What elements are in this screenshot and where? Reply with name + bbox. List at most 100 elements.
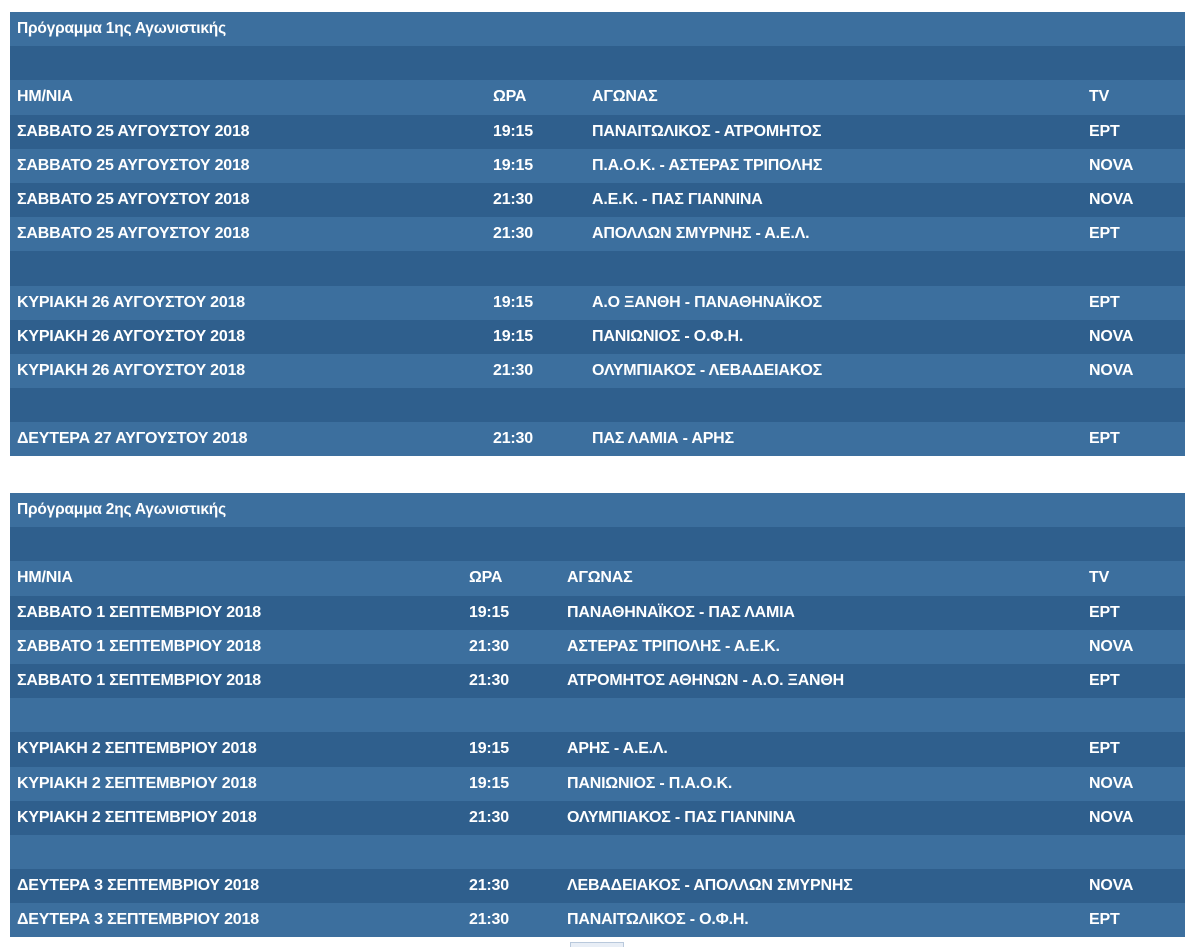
match-date: ΣΑΒΒΑΤΟ 25 ΑΥΓΟΥΣΤΟΥ 2018	[17, 156, 250, 174]
match-fixture: ΑΠΟΛΛΩΝ ΣΜΥΡΝΗΣ - Α.Ε.Λ.	[592, 225, 810, 243]
match-fixture: Α.Ο ΞΑΝΘΗ - ΠΑΝΑΘΗΝΑΪΚΟΣ	[592, 293, 822, 311]
spacer-row	[10, 698, 1185, 733]
table-row: ΔΕΥΤΕΡΑ 3 ΣΕΠΤΕΜΒΡΙΟΥ 2018 21:30 ΠΑΝΑΙΤΩΛΙ…	[10, 903, 1185, 938]
spacer-row	[10, 527, 1185, 562]
match-date: ΚΥΡΙΑΚΗ 2 ΣΕΠΤΕΜΒΡΙΟΥ 2018	[17, 808, 257, 826]
match-fixture: ΠΑΝΑΙΤΩΛΙΚΟΣ - ΑΤΡΟΜΗΤΟΣ	[592, 122, 822, 140]
match-tv-channel: NOVA	[1089, 877, 1134, 895]
table-row: ΚΥΡΙΑΚΗ 2 ΣΕΠΤΕΜΒΡΙΟΥ 2018 19:15 ΑΡΗΣ - Α.…	[10, 732, 1185, 767]
table-row: ΚΥΡΙΑΚΗ 26 ΑΥΓΟΥΣΤΟΥ 2018 21:30 ΟΛΥΜΠΙΑΚΟΣ…	[10, 353, 1185, 389]
table-row: ΚΥΡΙΑΚΗ 26 ΑΥΓΟΥΣΤΟΥ 2018 19:15 ΠΑΝΙΩΝΙΟΣ …	[10, 319, 1185, 354]
match-date: ΣΑΒΒΑΤΟ 1 ΣΕΠΤΕΜΒΡΙΟΥ 2018	[17, 672, 261, 690]
match-fixture: ΠΑΝΑΙΤΩΛΙΚΟΣ - Ο.Φ.Η.	[567, 911, 749, 929]
table-row: ΣΑΒΒΑΤΟ 25 ΑΥΓΟΥΣΤΟΥ 2018 21:30 ΑΠΟΛΛΩΝ ΣΜ…	[10, 217, 1185, 252]
table-row: ΚΥΡΙΑΚΗ 26 ΑΥΓΟΥΣΤΟΥ 2018 19:15 Α.Ο ΞΑΝΘΗ …	[10, 285, 1185, 320]
match-date: ΣΑΒΒΑΤΟ 25 ΑΥΓΟΥΣΤΟΥ 2018	[17, 191, 250, 209]
table-row: ΣΑΒΒΑΤΟ 25 ΑΥΓΟΥΣΤΟΥ 2018 19:15 Π.Α.Ο.Κ. -…	[10, 148, 1185, 183]
header-date: ΗΜ/ΝΙΑ	[17, 88, 73, 106]
match-time: 19:15	[469, 603, 509, 621]
header-time: ΩΡΑ	[493, 88, 527, 106]
header-tv: TV	[1089, 569, 1110, 587]
match-fixture: ΠΑΝΑΘΗΝΑΪΚΟΣ - ΠΑΣ ΛΑΜΙΑ	[567, 603, 795, 621]
match-tv-channel: NOVA	[1089, 774, 1134, 792]
match-tv-channel: ΕΡΤ	[1089, 430, 1120, 448]
match-time: 21:30	[469, 911, 509, 929]
table-title-row: Πρόγραμμα 1ης Αγωνιστικής	[10, 12, 1185, 47]
match-fixture: ΠΑΝΙΩΝΙΟΣ - Π.Α.Ο.Κ.	[567, 774, 733, 792]
table-row: ΣΑΒΒΑΤΟ 25 ΑΥΓΟΥΣΤΟΥ 2018 21:30 Α.Ε.Κ. - Π…	[10, 182, 1185, 218]
table-row: ΚΥΡΙΑΚΗ 2 ΣΕΠΤΕΜΒΡΙΟΥ 2018 19:15 ΠΑΝΙΩΝΙΟΣ…	[10, 766, 1185, 801]
match-tv-channel: ΕΡΤ	[1089, 911, 1120, 929]
match-tv-channel: NOVA	[1089, 637, 1134, 655]
match-time: 21:30	[469, 637, 509, 655]
spacer-row	[10, 251, 1185, 286]
match-date: ΚΥΡΙΑΚΗ 26 ΑΥΓΟΥΣΤΟΥ 2018	[17, 361, 245, 379]
match-tv-channel: ΕΡΤ	[1089, 225, 1120, 243]
match-time: 21:30	[493, 191, 533, 209]
table-row: ΣΑΒΒΑΤΟ 1 ΣΕΠΤΕΜΒΡΙΟΥ 2018 21:30 ΑΤΡΟΜΗΤΟΣ…	[10, 663, 1185, 699]
match-time: 21:30	[493, 361, 533, 379]
match-time: 21:30	[469, 877, 509, 895]
match-date: ΣΑΒΒΑΤΟ 1 ΣΕΠΤΕΜΒΡΙΟΥ 2018	[17, 603, 261, 621]
spacer-cell	[10, 698, 1185, 732]
header-tv: TV	[1089, 88, 1110, 106]
header-time: ΩΡΑ	[469, 569, 503, 587]
match-date: ΣΑΒΒΑΤΟ 25 ΑΥΓΟΥΣΤΟΥ 2018	[17, 122, 250, 140]
match-tv-channel: NOVA	[1089, 327, 1134, 345]
header-date: ΗΜ/ΝΙΑ	[17, 569, 73, 587]
match-fixture: ΑΤΡΟΜΗΤΟΣ ΑΘΗΝΩΝ - Α.Ο. ΞΑΝΘΗ	[567, 672, 845, 690]
match-fixture: ΛΕΒΑΔΕΙΑΚΟΣ - ΑΠΟΛΛΩΝ ΣΜΥΡΝΗΣ	[567, 877, 853, 895]
match-fixture: ΠΑΝΙΩΝΙΟΣ - Ο.Φ.Η.	[592, 327, 744, 345]
match-date: ΚΥΡΙΑΚΗ 2 ΣΕΠΤΕΜΒΡΙΟΥ 2018	[17, 740, 257, 758]
match-date: ΣΑΒΒΑΤΟ 25 ΑΥΓΟΥΣΤΟΥ 2018	[17, 225, 250, 243]
match-time: 19:15	[493, 156, 533, 174]
table-row: ΣΑΒΒΑΤΟ 1 ΣΕΠΤΕΜΒΡΙΟΥ 2018 19:15 ΠΑΝΑΘΗΝΑΪ…	[10, 595, 1185, 630]
match-date: ΣΑΒΒΑΤΟ 1 ΣΕΠΤΕΜΒΡΙΟΥ 2018	[17, 637, 261, 655]
table-row: ΣΑΒΒΑΤΟ 25 ΑΥΓΟΥΣΤΟΥ 2018 19:15 ΠΑΝΑΙΤΩΛΙΚ…	[10, 114, 1185, 149]
spacer-row	[10, 834, 1185, 870]
match-tv-channel: ΕΡΤ	[1089, 603, 1120, 621]
pagination-control[interactable]	[570, 942, 624, 947]
match-time: 19:15	[469, 740, 509, 758]
match-time: 19:15	[493, 327, 533, 345]
table-title: Πρόγραμμα 2ης Αγωνιστικής	[17, 501, 226, 519]
spacer-cell	[10, 388, 1185, 422]
match-fixture: ΟΛΥΜΠΙΑΚΟΣ - ΛΕΒΑΔΕΙΑΚΟΣ	[592, 361, 822, 379]
match-time: 19:15	[469, 774, 509, 792]
match-fixture: ΟΛΥΜΠΙΑΚΟΣ - ΠΑΣ ΓΙΑΝΝΙΝΑ	[567, 808, 796, 826]
match-tv-channel: ΕΡΤ	[1089, 740, 1120, 758]
match-fixture: ΑΣΤΕΡΑΣ ΤΡΙΠΟΛΗΣ - Α.Ε.Κ.	[567, 637, 780, 655]
match-fixture: ΠΑΣ ΛΑΜΙΑ - ΑΡΗΣ	[592, 430, 734, 448]
match-tv-channel: ΕΡΤ	[1089, 122, 1120, 140]
spacer-row	[10, 388, 1185, 423]
match-tv-channel: NOVA	[1089, 156, 1134, 174]
header-row: ΗΜ/ΝΙΑ ΩΡΑ ΑΓΩΝΑΣ TV	[10, 561, 1185, 596]
match-time: 21:30	[469, 808, 509, 826]
header-row: ΗΜ/ΝΙΑ ΩΡΑ ΑΓΩΝΑΣ TV	[10, 80, 1185, 115]
table-title: Πρόγραμμα 1ης Αγωνιστικής	[17, 20, 226, 38]
spacer-cell	[10, 251, 1185, 285]
match-tv-channel: ΕΡΤ	[1089, 672, 1120, 690]
table-row: ΔΕΥΤΕΡΑ 27 ΑΥΓΟΥΣΤΟΥ 2018 21:30 ΠΑΣ ΛΑΜΙΑ …	[10, 422, 1185, 457]
match-tv-channel: NOVA	[1089, 191, 1134, 209]
match-date: ΚΥΡΙΑΚΗ 2 ΣΕΠΤΕΜΒΡΙΟΥ 2018	[17, 774, 257, 792]
match-fixture: Π.Α.Ο.Κ. - ΑΣΤΕΡΑΣ ΤΡΙΠΟΛΗΣ	[592, 156, 823, 174]
match-date: ΔΕΥΤΕΡΑ 3 ΣΕΠΤΕΜΒΡΙΟΥ 2018	[17, 877, 259, 895]
header-match: ΑΓΩΝΑΣ	[592, 88, 658, 106]
header-match: ΑΓΩΝΑΣ	[567, 569, 633, 587]
spacer-cell	[10, 527, 1185, 561]
match-tv-channel: ΕΡΤ	[1089, 293, 1120, 311]
schedule-body: Πρόγραμμα 1ης Αγωνιστικής ΗΜ/ΝΙΑ ΩΡΑ ΑΓΩΝΑΣ…	[10, 12, 1185, 457]
schedule-table-round-2: Πρόγραμμα 2ης Αγωνιστικής ΗΜ/ΝΙΑ ΩΡΑ ΑΓΩΝΑΣ…	[10, 493, 1185, 938]
table-row: ΣΑΒΒΑΤΟ 1 ΣΕΠΤΕΜΒΡΙΟΥ 2018 21:30 ΑΣΤΕΡΑΣ Τ…	[10, 629, 1185, 664]
spacer-cell	[10, 46, 1185, 80]
table-row: ΚΥΡΙΑΚΗ 2 ΣΕΠΤΕΜΒΡΙΟΥ 2018 21:30 ΟΛΥΜΠΙΑΚΟ…	[10, 800, 1185, 835]
schedule-body: Πρόγραμμα 2ης Αγωνιστικής ΗΜ/ΝΙΑ ΩΡΑ ΑΓΩΝΑΣ…	[10, 493, 1185, 938]
match-fixture: Α.Ε.Κ. - ΠΑΣ ΓΙΑΝΝΙΝΑ	[592, 191, 763, 209]
table-row: ΔΕΥΤΕΡΑ 3 ΣΕΠΤΕΜΒΡΙΟΥ 2018 21:30 ΛΕΒΑΔΕΙΑΚ…	[10, 869, 1185, 904]
spacer-cell	[10, 835, 1185, 869]
match-date: ΔΕΥΤΕΡΑ 3 ΣΕΠΤΕΜΒΡΙΟΥ 2018	[17, 911, 259, 929]
match-fixture: ΑΡΗΣ - Α.Ε.Λ.	[567, 740, 668, 758]
match-time: 21:30	[493, 430, 533, 448]
schedule-table-round-1: Πρόγραμμα 1ης Αγωνιστικής ΗΜ/ΝΙΑ ΩΡΑ ΑΓΩΝΑΣ…	[10, 12, 1185, 457]
